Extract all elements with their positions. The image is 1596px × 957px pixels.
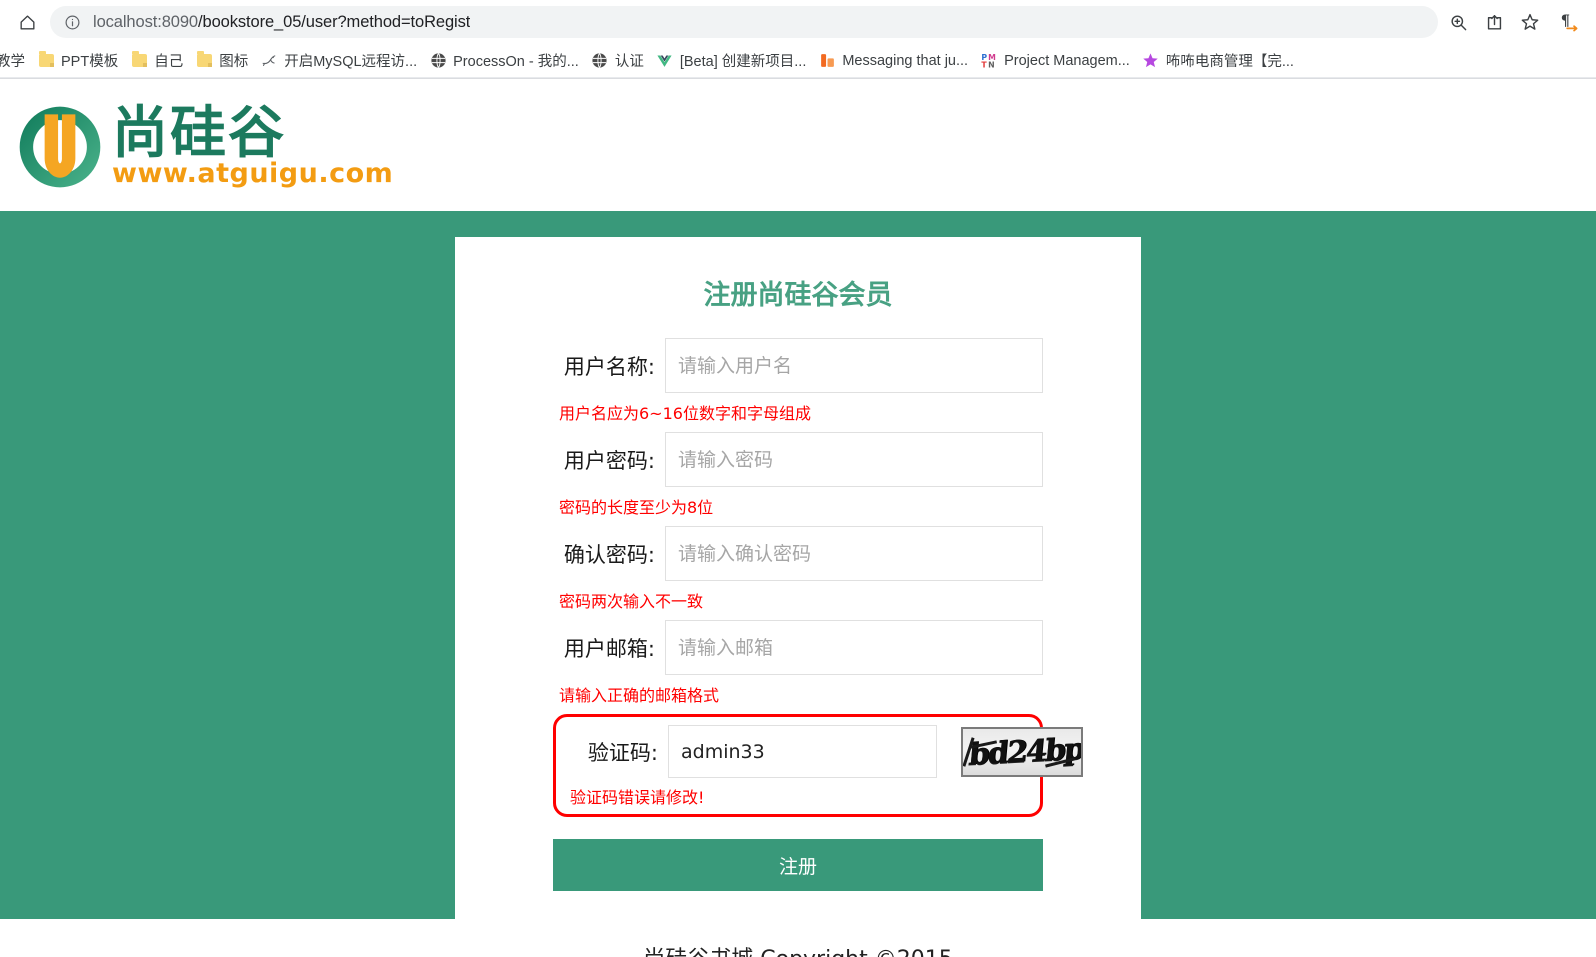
captcha-label: 验证码: (566, 737, 668, 767)
purple-star-icon (1142, 52, 1160, 70)
pilcrow-extension-button[interactable]: ¶ (1552, 5, 1586, 39)
bookmark-item-messaging[interactable]: Messaging that ju... (812, 48, 974, 74)
globe-icon (591, 52, 609, 70)
folder-icon (130, 52, 148, 70)
captcha-error-message: 验证码错误请修改! (570, 784, 1030, 808)
username-input[interactable] (665, 338, 1043, 393)
email-input[interactable] (665, 620, 1043, 675)
share-button[interactable] (1478, 6, 1510, 38)
confirm-password-input[interactable] (665, 526, 1043, 581)
share-icon (1485, 13, 1504, 32)
atguigu-u-logo-icon (12, 99, 108, 195)
bookmark-item-beta-new-project[interactable]: [Beta] 创建新项目... (650, 48, 813, 74)
logo-website-url: www.atguigu.com (112, 158, 393, 189)
password-input[interactable] (665, 432, 1043, 487)
bookmark-label: [Beta] 创建新项目... (680, 50, 807, 71)
bookmark-label: Project Managem... (1004, 53, 1130, 69)
svg-text:T: T (981, 61, 987, 69)
logo-chinese-name: 尚硅谷 (112, 105, 393, 162)
captcha-image-text: bd24bp (967, 731, 1083, 772)
register-submit-button[interactable]: 注册 (553, 839, 1043, 891)
vue-icon (656, 52, 674, 70)
registration-hero: 注册尚硅谷会员 用户名称: 用户名应为6~16位数字和字母组成 用户密码: 密码… (0, 211, 1596, 919)
mysql-dolphin-icon (260, 52, 278, 70)
field-row-username: 用户名称: (553, 338, 1043, 393)
bookmark-label: PPT模板 (61, 50, 118, 71)
bookmark-label: 开启MySQL远程访... (284, 50, 417, 71)
email-label: 用户邮箱: (553, 633, 665, 663)
bookmark-label: ProcessOn - 我的... (453, 50, 579, 71)
pilcrow-extension-icon: ¶ (1558, 11, 1580, 33)
bookmark-item-ppt-template[interactable]: PPT模板 (31, 48, 124, 74)
bookmark-item-project-management[interactable]: P M T N Project Managem... (974, 48, 1136, 74)
page-content: 尚硅谷 www.atguigu.com 注册尚硅谷会员 用户名称: 用户名应为6… (0, 79, 1596, 957)
bookmark-label: 咘咘电商管理【完... (1166, 50, 1294, 71)
email-hint: 请输入正确的邮箱格式 (559, 682, 1043, 706)
pm-icon: P M T N (980, 52, 998, 70)
home-icon (18, 13, 37, 32)
bookmark-item-renzheng[interactable]: 认证 (585, 48, 650, 74)
folder-icon (195, 52, 213, 70)
omnibar-row: localhost:8090/bookstore_05/user?method=… (0, 0, 1596, 44)
svg-text:N: N (988, 61, 995, 69)
bookmark-label: Messaging that ju... (842, 53, 968, 69)
bookmark-item-ziji[interactable]: 自己 (124, 48, 189, 74)
field-row-password: 用户密码: (553, 432, 1043, 487)
field-row-email: 用户邮箱: (553, 620, 1043, 675)
logo-text: 尚硅谷 www.atguigu.com (112, 99, 393, 195)
captcha-highlight-box: 验证码: bd24bp 验证码错误请修改! (553, 714, 1043, 817)
home-button[interactable] (10, 5, 44, 39)
browser-chrome: localhost:8090/bookstore_05/user?method=… (0, 0, 1596, 79)
confirm-password-label: 确认密码: (553, 539, 665, 569)
captcha-image[interactable]: bd24bp (961, 727, 1083, 777)
orange-chat-icon (818, 52, 836, 70)
registration-form: 用户名称: 用户名应为6~16位数字和字母组成 用户密码: 密码的长度至少为8位… (455, 338, 1141, 891)
globe-icon (429, 52, 447, 70)
omnibox-actions (1442, 6, 1546, 38)
svg-text:¶: ¶ (1561, 13, 1570, 30)
bookmark-star-icon (1520, 12, 1540, 32)
bookmark-label: 图标 (219, 50, 248, 71)
password-label: 用户密码: (553, 445, 665, 475)
address-bar-url: localhost:8090/bookstore_05/user?method=… (93, 13, 470, 32)
bookmark-label: 认证 (615, 50, 644, 71)
field-row-captcha: 验证码: bd24bp (566, 725, 1030, 778)
page-title: 注册尚硅谷会员 (455, 273, 1141, 312)
bookmark-item-processon[interactable]: ProcessOn - 我的... (423, 48, 585, 74)
bookmarks-bar: 教学 PPT模板 自己 图标 开启MySQL远程访... (0, 44, 1596, 78)
site-logo[interactable]: 尚硅谷 www.atguigu.com (12, 95, 393, 195)
bookmark-label: 自己 (154, 50, 183, 71)
bookmark-item-mysql-remote[interactable]: 开启MySQL远程访... (254, 48, 423, 74)
site-footer: 尚硅谷书城.Copyright ©2015 (0, 919, 1596, 957)
zoom-in-button[interactable] (1442, 6, 1474, 38)
zoom-in-icon (1449, 13, 1468, 32)
url-path: /bookstore_05/user?method=toRegist (198, 13, 470, 31)
captcha-input[interactable] (668, 725, 937, 778)
bookmark-item-jiaoxue[interactable]: 教学 (0, 48, 31, 74)
bookmark-item-tubiao[interactable]: 图标 (189, 48, 254, 74)
registration-card: 注册尚硅谷会员 用户名称: 用户名应为6~16位数字和字母组成 用户密码: 密码… (455, 237, 1141, 919)
site-header: 尚硅谷 www.atguigu.com (0, 79, 1596, 211)
folder-icon (37, 52, 55, 70)
copyright-text: 尚硅谷书城.Copyright ©2015 (643, 941, 952, 957)
bookmark-label: 教学 (0, 50, 25, 71)
username-label: 用户名称: (553, 351, 665, 381)
bookmark-item-bubu-ecommerce[interactable]: 咘咘电商管理【完... (1136, 48, 1300, 74)
confirm-password-hint: 密码两次输入不一致 (559, 588, 1043, 612)
username-hint: 用户名应为6~16位数字和字母组成 (559, 400, 1043, 424)
bookmark-star-button[interactable] (1514, 6, 1546, 38)
password-hint: 密码的长度至少为8位 (559, 494, 1043, 518)
field-row-confirm-password: 确认密码: (553, 526, 1043, 581)
site-info-icon[interactable] (64, 14, 81, 31)
address-bar[interactable]: localhost:8090/bookstore_05/user?method=… (50, 6, 1438, 38)
url-host: localhost:8090 (93, 13, 198, 31)
